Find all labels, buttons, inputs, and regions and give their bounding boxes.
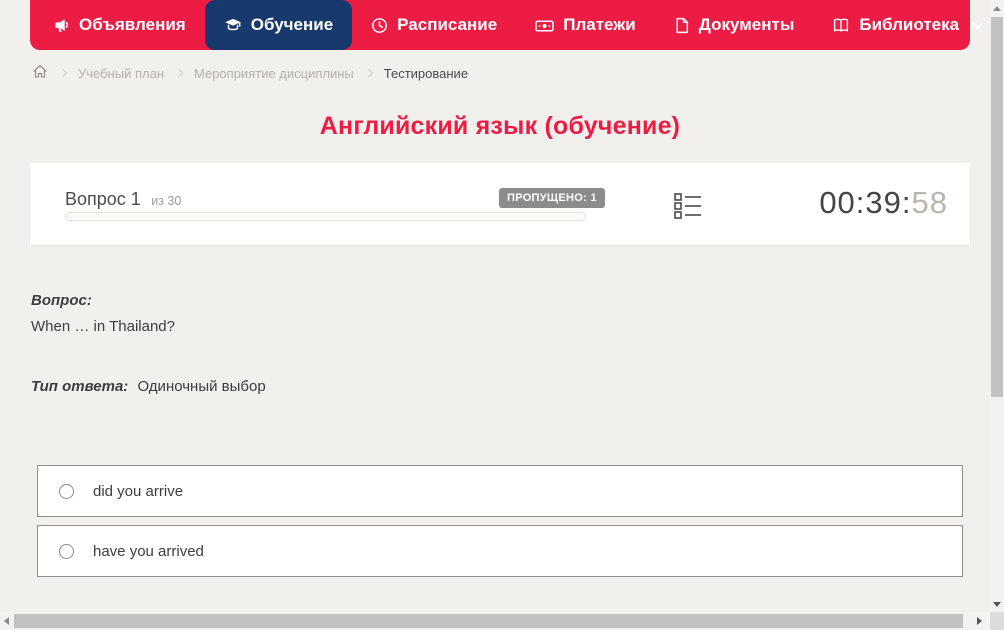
progress-bar: [65, 212, 586, 221]
horizontal-scrollbar[interactable]: [0, 612, 990, 630]
page: Объявления Обучение Расписание Платежи Д…: [0, 0, 1004, 630]
scrollbar-corner: [990, 612, 1004, 630]
nav-item-library[interactable]: Библиотека: [813, 0, 999, 50]
answer-option-label: did you arrive: [93, 482, 184, 500]
question-label: Вопрос:: [31, 292, 92, 309]
nav-item-payments[interactable]: Платежи: [516, 0, 655, 50]
breadcrumb-curriculum[interactable]: Учебный план: [78, 66, 164, 81]
graduation-cap-icon: [224, 16, 242, 34]
answer-option[interactable]: did you arrive: [37, 465, 963, 517]
breadcrumb: Учебный план Мероприятие дисциплины Тест…: [32, 62, 468, 84]
answer-type-row: Тип ответа: Одиночный выбор: [31, 378, 931, 395]
question-counter: Вопрос 1 из 30: [65, 189, 181, 210]
test-header-card: Вопрос 1 из 30 ПРОПУЩЕНО: 1 00:39:58: [30, 163, 970, 245]
question-list-button[interactable]: [673, 191, 703, 226]
cash-icon: [535, 17, 554, 34]
question-block: Вопрос: When … in Thailand? Тип ответа: …: [31, 292, 931, 395]
nav-item-label: Платежи: [563, 15, 636, 34]
document-icon: [674, 17, 690, 34]
skipped-badge: ПРОПУЩЕНО: 1: [499, 188, 605, 208]
nav-item-documents[interactable]: Документы: [655, 0, 814, 50]
breadcrumb-separator-icon: [58, 68, 68, 78]
breadcrumb-separator-icon: [174, 68, 184, 78]
answer-option-label: have you arrived: [93, 542, 204, 560]
timer: 00:39:58: [819, 185, 948, 221]
nav-item-label: Обучение: [250, 15, 334, 34]
clock-icon: [371, 17, 388, 34]
page-title: Английский язык (обучение): [319, 112, 681, 140]
answer-type-label: Тип ответа:: [31, 378, 129, 395]
vertical-scrollbar[interactable]: [990, 0, 1004, 612]
answer-type-value: Одиночный выбор: [137, 378, 266, 395]
nav-item-label: Расписание: [397, 15, 498, 34]
answer-option[interactable]: have you arrived: [37, 525, 963, 577]
question-text: When … in Thailand?: [31, 318, 175, 335]
radio-button-icon[interactable]: [59, 483, 74, 499]
nav-item-schedule[interactable]: Расписание: [352, 0, 516, 50]
top-navbar: Объявления Обучение Расписание Платежи Д…: [30, 0, 984, 50]
nav-item-announcements[interactable]: Объявления: [34, 0, 205, 50]
scroll-right-arrow-icon[interactable]: [977, 617, 982, 625]
radio-button-icon[interactable]: [59, 543, 74, 559]
chevron-down-icon: [971, 17, 984, 30]
horizontal-scrollbar-thumb[interactable]: [14, 614, 963, 628]
breadcrumb-discipline-event[interactable]: Мероприятие дисциплины: [194, 66, 354, 81]
breadcrumb-testing: Тестирование: [383, 65, 469, 81]
question-number: Вопрос 1: [65, 189, 141, 209]
scroll-left-arrow-icon[interactable]: [4, 617, 9, 625]
book-icon: [832, 17, 850, 34]
nav-item-label: Документы: [698, 15, 795, 34]
scroll-up-arrow-icon[interactable]: [993, 6, 1001, 11]
vertical-scrollbar-thumb[interactable]: [991, 17, 1003, 397]
timer-seconds: 58: [911, 185, 948, 220]
nav-item-learning[interactable]: Обучение: [204, 0, 353, 50]
scroll-down-arrow-icon[interactable]: [993, 602, 1001, 607]
nav-item-label: Библиотека: [859, 15, 960, 34]
timer-hours-minutes: 00:39:: [819, 185, 912, 220]
home-icon[interactable]: [32, 64, 48, 82]
nav-item-label: Объявления: [79, 15, 186, 34]
megaphone-icon: [53, 17, 70, 34]
breadcrumb-separator-icon: [364, 68, 374, 78]
question-total: из 30: [151, 194, 182, 208]
